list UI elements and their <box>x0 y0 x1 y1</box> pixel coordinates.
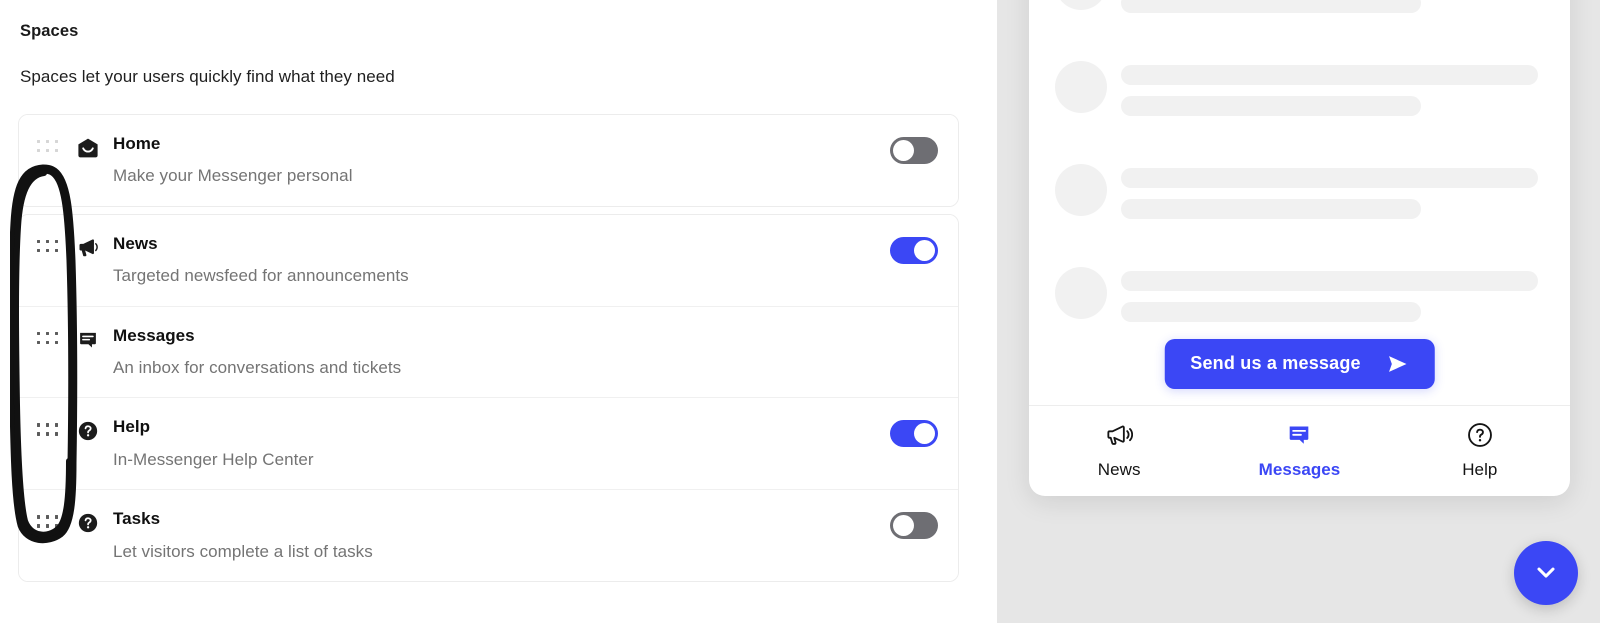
space-row-help[interactable]: Help In-Messenger Help Center <box>19 397 958 490</box>
space-toggle-news[interactable] <box>890 236 938 264</box>
send-us-a-message-button[interactable]: Send us a message <box>1164 339 1435 389</box>
skeleton-row <box>1055 164 1538 219</box>
skeleton-lines <box>1121 0 1538 13</box>
skeleton-row <box>1055 267 1538 322</box>
nav-item-messages[interactable]: Messages <box>1209 420 1389 480</box>
avatar <box>1055 0 1107 10</box>
space-toggle-tasks[interactable] <box>890 512 938 540</box>
space-row-text: Messages An inbox for conversations and … <box>113 325 876 379</box>
screen: Spaces Spaces let your users quickly fin… <box>0 0 1600 623</box>
space-description: Let visitors complete a list of tasks <box>113 541 373 561</box>
messenger-conversation-list: Send us a message <box>1029 0 1570 405</box>
space-row-text: Help In-Messenger Help Center <box>113 416 876 470</box>
spaces-card-group: News Targeted newsfeed for announcements <box>18 213 959 582</box>
chat-bubble-filled-icon <box>1285 420 1313 450</box>
space-toggle-home[interactable] <box>890 137 938 164</box>
space-row-messages[interactable]: Messages An inbox for conversations and … <box>19 305 958 398</box>
space-description: An inbox for conversations and tickets <box>113 357 402 377</box>
messenger-bottom-nav: News Messages Help <box>1029 405 1570 496</box>
space-title: Tasks <box>113 509 161 529</box>
question-circle-icon <box>75 510 101 536</box>
space-title: Help <box>113 417 151 437</box>
skeleton-lines <box>1121 164 1538 219</box>
space-title: News <box>113 233 158 253</box>
skeleton-lines <box>1121 267 1538 322</box>
messenger-preview-panel: Send us a message News Messages Help <box>997 0 1600 623</box>
space-description: Targeted newsfeed for announcements <box>113 266 409 286</box>
avatar <box>1055 61 1107 113</box>
messenger-launcher-button[interactable] <box>1514 541 1578 605</box>
nav-item-news[interactable]: News <box>1029 420 1209 480</box>
nav-label-news: News <box>1097 460 1141 479</box>
chat-bubble-icon <box>75 327 101 353</box>
skeleton-lines <box>1121 61 1538 116</box>
messenger-window: Send us a message News Messages Help <box>1029 0 1570 496</box>
space-row-text: Tasks Let visitors complete a list of ta… <box>113 508 876 562</box>
chevron-down-icon <box>1532 558 1560 589</box>
skeleton-row <box>1055 61 1538 116</box>
send-button-label: Send us a message <box>1190 353 1361 373</box>
page-title: Spaces <box>20 22 79 40</box>
spaces-list: Home Make your Messenger personal News T… <box>18 114 959 582</box>
spaces-card-home: Home Make your Messenger personal <box>18 114 959 207</box>
spaces-settings-panel: Spaces Spaces let your users quickly fin… <box>0 0 997 623</box>
avatar <box>1055 164 1107 216</box>
question-circle-icon <box>75 418 101 444</box>
nav-item-help[interactable]: Help <box>1390 420 1570 480</box>
drag-handle-icon[interactable] <box>37 239 59 253</box>
space-title: Home <box>113 134 161 153</box>
space-toggle-help[interactable] <box>890 420 938 448</box>
drag-handle-icon[interactable] <box>37 331 59 345</box>
nav-label-help: Help <box>1462 460 1498 479</box>
avatar <box>1055 267 1107 319</box>
space-row-news[interactable]: News Targeted newsfeed for announcements <box>19 214 958 306</box>
megaphone-outline-icon <box>1105 420 1134 450</box>
space-row-home[interactable]: Home Make your Messenger personal <box>19 115 958 206</box>
space-row-tasks[interactable]: Tasks Let visitors complete a list of ta… <box>19 489 958 581</box>
space-title: Messages <box>113 325 195 345</box>
skeleton-row <box>1055 0 1538 13</box>
space-row-text: News Targeted newsfeed for announcements <box>113 233 876 287</box>
drag-handle-icon[interactable] <box>37 423 59 436</box>
space-description: Make your Messenger personal <box>113 166 353 186</box>
space-description: In-Messenger Help Center <box>113 449 314 469</box>
nav-label-messages: Messages <box>1258 460 1341 479</box>
drag-handle-icon[interactable] <box>37 140 59 153</box>
space-row-text: Home Make your Messenger personal <box>113 133 876 187</box>
envelope-icon <box>75 135 101 161</box>
paper-plane-icon <box>1387 354 1409 374</box>
megaphone-icon <box>75 235 101 261</box>
drag-handle-icon[interactable] <box>37 515 59 528</box>
page-subtitle: Spaces let your users quickly find what … <box>20 67 395 86</box>
question-circle-outline-icon <box>1466 420 1494 450</box>
